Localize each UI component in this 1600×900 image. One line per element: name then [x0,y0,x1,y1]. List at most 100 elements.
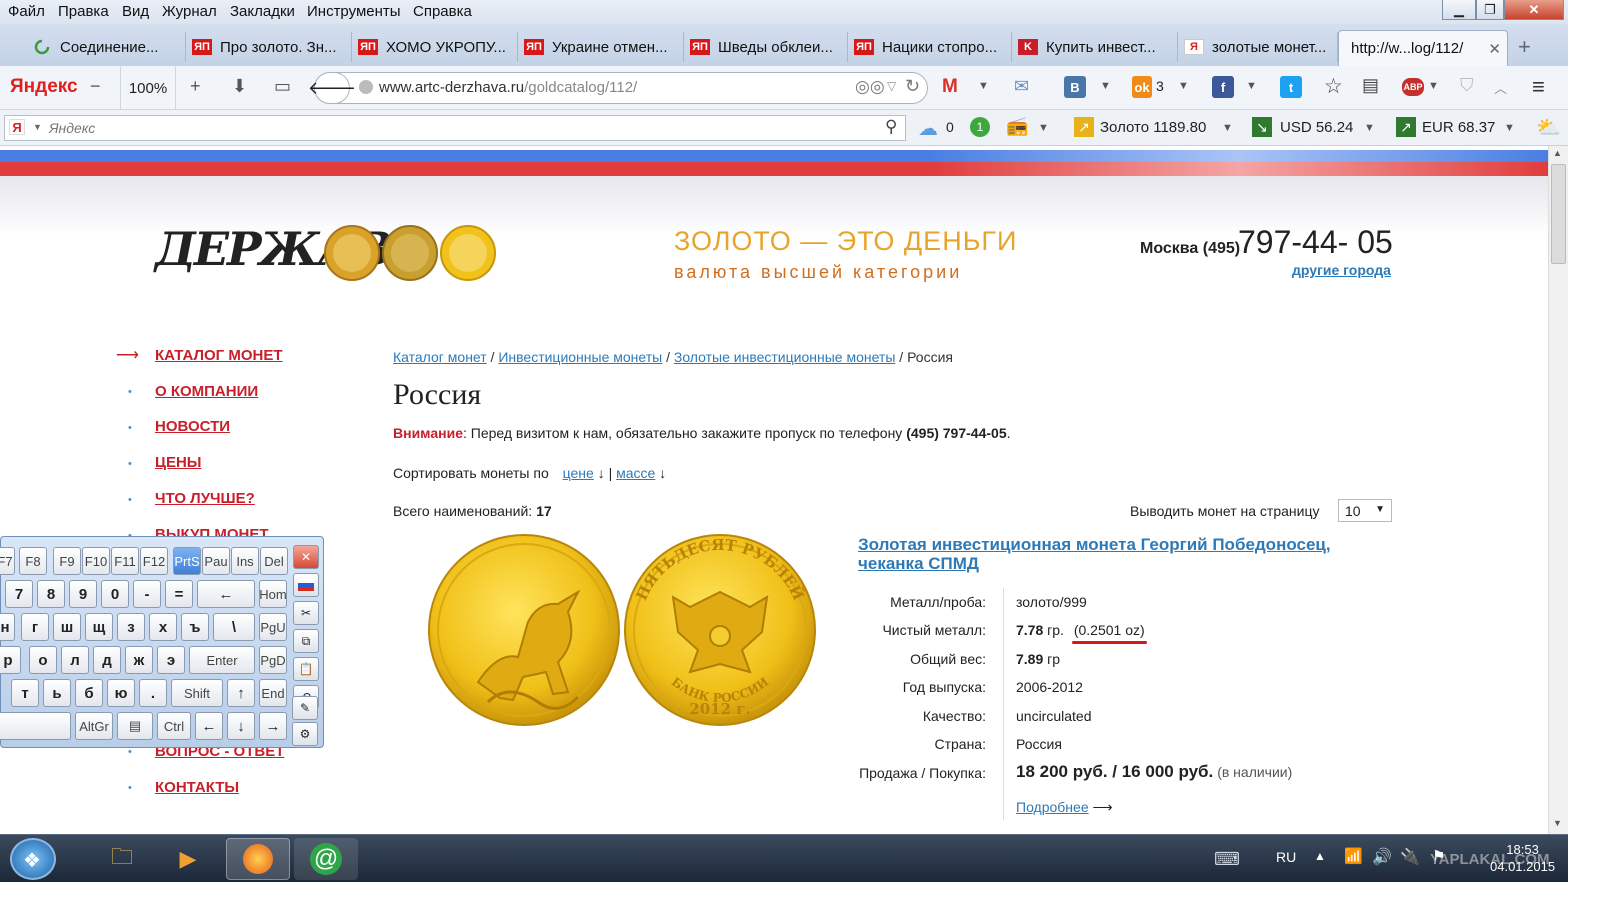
close-window-button[interactable]: ✕ [1504,0,1564,20]
firefox-button[interactable] [226,838,290,880]
gmail-icon[interactable]: M [942,76,958,98]
key-delete[interactable]: Del [260,547,288,575]
menu-edit[interactable]: Правка [58,3,109,20]
key-h[interactable]: х [149,613,177,641]
key-up[interactable]: ↑ [227,679,255,707]
key-g[interactable]: г [21,613,49,641]
maximize-button[interactable]: ❐ [1476,0,1504,20]
chevron-up-icon[interactable]: ︿ [1494,78,1507,97]
power-icon[interactable]: 🔌 [1400,847,1420,867]
edit-icon[interactable]: ✎ [292,696,318,720]
key-period[interactable]: . [139,679,167,707]
copy-icon[interactable]: ⧉ [293,629,319,653]
menu-history[interactable]: Журнал [162,3,217,20]
key-f10[interactable]: F10 [82,547,110,575]
key-insert[interactable]: Ins [231,547,259,575]
search-icon[interactable]: ⚲ [885,117,897,137]
weather-icon[interactable]: ⛅ [1536,115,1561,140]
coin-image[interactable]: ПЯТЬДЕСЯТ РУБЛЕЙ БАНК РОССИИ 2012 г. [428,532,820,728]
menu-bookmarks[interactable]: Закладки [230,3,295,20]
breadcrumb-investment[interactable]: Инвестиционные монеты [498,349,662,365]
gold-chart-icon[interactable]: ↗ [1074,117,1094,137]
key-right[interactable]: → [259,712,287,740]
key-home[interactable]: Hom [259,580,287,608]
dropdown-arrow-icon[interactable]: ▼ [1222,122,1233,134]
key-f11[interactable]: F11 [111,547,139,575]
reading-list-icon[interactable]: ▤ [1362,75,1379,96]
keyboard-icon[interactable]: ⌨ [1214,849,1240,870]
tab-yaplakal-2[interactable]: ЯП ХОМО УКРОПУ... [352,32,518,62]
key-left[interactable]: ← [195,712,223,740]
key-space[interactable] [0,712,71,740]
tab-yaplakal-4[interactable]: ЯП Шведы обклеи... [684,32,848,62]
key-pgdn[interactable]: PgD [259,646,287,674]
usd-chart-icon[interactable]: ↘ [1252,117,1272,137]
key-sh[interactable]: ш [53,613,81,641]
mail-icon[interactable]: ✉ [1014,76,1029,97]
key-l[interactable]: л [61,646,89,674]
mail-agent-button[interactable]: @ [294,838,358,880]
url-bar[interactable]: www.artc-derzhava.ru/goldcatalog/112/ ◎◎… [314,72,928,104]
key-f9[interactable]: F9 [53,547,81,575]
nav-what-better[interactable]: ЧТО ЛУЧШЕ? [155,490,255,507]
tray-expand-icon[interactable]: ▲ [1314,849,1326,863]
tab-active[interactable]: http://w...log/112/ ✕ [1338,30,1508,66]
start-button[interactable]: ❖ [10,838,56,880]
close-tab-icon[interactable]: ✕ [1488,40,1501,58]
key-d[interactable]: д [93,646,121,674]
shield-icon[interactable]: ⛉ [1460,75,1474,96]
key-pause[interactable]: Pau [202,547,230,575]
dropdown-arrow-icon[interactable]: ▼ [33,122,42,132]
new-tab-button[interactable]: + [1518,34,1531,60]
vk-icon[interactable]: В [1064,76,1086,98]
keyboard-close-icon[interactable]: ✕ [293,545,319,569]
zoom-out-icon[interactable]: − [90,76,101,97]
key-9[interactable]: 9 [69,580,97,608]
key-e[interactable]: э [157,646,185,674]
menu-file[interactable]: Файл [8,3,45,20]
language-indicator[interactable]: RU [1276,849,1296,865]
explorer-button[interactable]: 🗀 [90,838,154,880]
key-0[interactable]: 0 [101,580,129,608]
key-minus[interactable]: - [133,580,161,608]
dropdown-arrow-icon[interactable]: ▼ [1428,80,1439,92]
settings-icon[interactable]: ⚙ [292,722,318,746]
dropdown-arrow-icon[interactable]: ▼ [1178,80,1189,92]
paste-icon[interactable]: 📋 [293,657,319,681]
key-enter[interactable]: Enter [189,646,255,674]
facebook-icon[interactable]: f [1212,76,1234,98]
minimize-button[interactable]: ▁ [1442,0,1476,20]
window-icon[interactable]: ▭ [274,76,291,97]
scroll-down-icon[interactable]: ▼ [1553,818,1562,828]
key-o[interactable]: о [29,646,57,674]
tab-yandex-search[interactable]: Я золотые монет... [1178,32,1338,62]
adblock-icon[interactable]: ABP [1402,78,1424,96]
usd-rate[interactable]: USD 56.24 [1280,119,1353,136]
eur-rate[interactable]: EUR 68.37 [1422,119,1495,136]
key-backspace[interactable]: ← [197,580,255,608]
dropdown-arrow-icon[interactable]: ▼ [1246,80,1257,92]
key-b[interactable]: б [75,679,103,707]
zoom-level[interactable]: 100% [120,66,176,110]
nav-about[interactable]: О КОМПАНИИ [155,383,258,400]
key-altgr[interactable]: AltGr [75,712,113,740]
sort-by-mass[interactable]: массе [616,465,655,481]
tab-connecting[interactable]: Соединение... [26,32,186,62]
cut-icon[interactable]: ✂ [293,601,319,625]
key-ctrl[interactable]: Ctrl [157,712,191,740]
menu-view[interactable]: Вид [122,3,149,20]
reload-icon[interactable]: ↻ [905,76,920,97]
bookmark-star-icon[interactable]: ☆ [1324,74,1343,99]
yandex-brand[interactable]: Яндекс [10,76,78,98]
site-info-icon[interactable] [359,80,373,94]
russian-flag-icon[interactable] [293,573,319,597]
twitter-icon[interactable]: t [1280,76,1302,98]
volume-icon[interactable]: 🔊 [1372,847,1392,867]
on-screen-keyboard[interactable]: F7 F8 F9 F10 F11 F12 PrtS Pau Ins Del 7 … [0,536,324,748]
key-down[interactable]: ↓ [227,712,255,740]
reader-view-icon[interactable]: ◎◎ [855,77,885,97]
sort-by-price[interactable]: цене [563,465,594,481]
key-equals[interactable]: = [165,580,193,608]
dropdown-arrow-icon[interactable]: ▼ [1038,122,1049,134]
more-link[interactable]: Подробнее [1016,799,1089,815]
